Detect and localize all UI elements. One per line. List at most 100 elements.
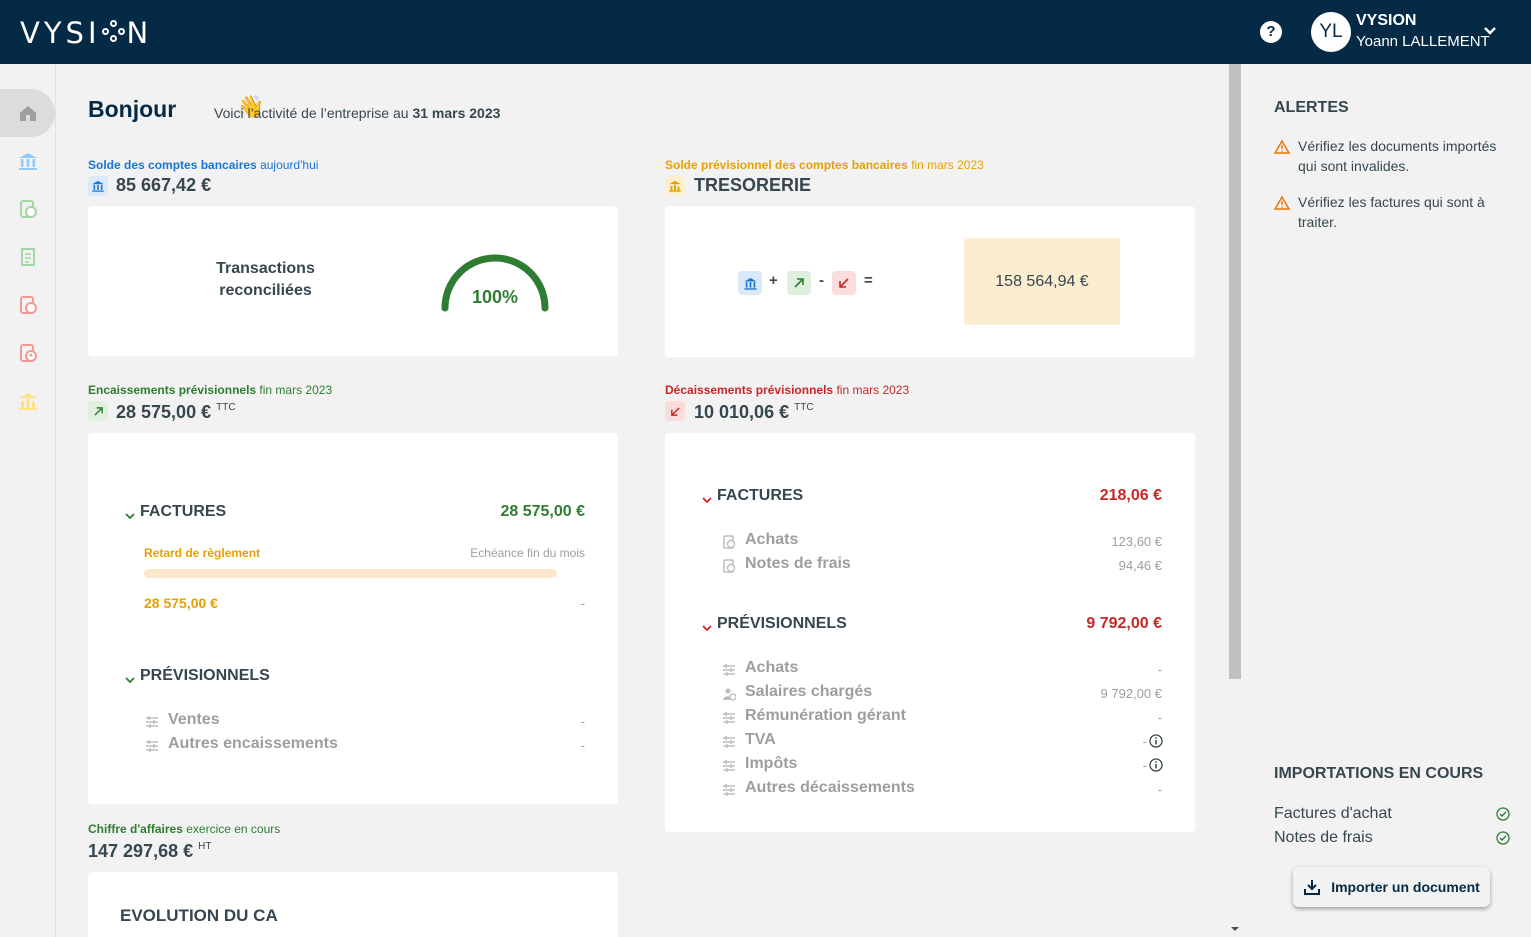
chevron-down-icon[interactable]: [124, 674, 136, 686]
purchases-icon: [20, 296, 37, 314]
chevron-down-icon[interactable]: [1483, 24, 1497, 38]
disb-prev-item[interactable]: Rémunération gérant: [745, 707, 906, 725]
receipts-label: Encaissements prévisionnels fin mars 202…: [88, 383, 333, 397]
expenses-icon: [20, 344, 37, 362]
arrow-up-right-icon: [88, 401, 108, 421]
treasury-result: 158 564,94 €: [964, 238, 1120, 325]
disb-factures-title[interactable]: FACTURES: [717, 487, 803, 505]
forecast-balance-label: Solde prévisionnel des comptes bancaires…: [665, 158, 984, 172]
revenue-label: Chiffre d'affaires exercice en cours: [88, 822, 281, 836]
chevron-down-icon[interactable]: [701, 622, 713, 634]
disb-factures-item[interactable]: Achats: [745, 531, 798, 549]
reconciliation-label: Transactions reconciliées: [216, 260, 315, 299]
info-icon[interactable]: [1149, 758, 1163, 772]
bank-icon: [19, 153, 37, 170]
chevron-down-icon[interactable]: [124, 510, 136, 522]
disbursements-amount: 10 010,06 € TTC: [694, 402, 814, 422]
chevron-down-icon[interactable]: [701, 494, 713, 506]
disb-prev-item[interactable]: Autres décaissements: [745, 779, 915, 797]
home-icon: [20, 106, 36, 121]
bank-icon: [738, 271, 762, 295]
scroll-down-icon[interactable]: [1230, 925, 1240, 933]
receipts-factures-total: 28 575,00 €: [500, 503, 585, 520]
avatar[interactable]: YL: [1311, 12, 1351, 52]
disb-factures-total: 218,06 €: [1099, 487, 1162, 504]
disb-prev-item[interactable]: TVA: [745, 731, 776, 749]
sidebar-item-expenses[interactable]: [14, 339, 42, 367]
revenue-chart-title: EVOLUTION DU CA: [120, 906, 278, 925]
late-payment-value: 28 575,00 €: [144, 595, 218, 611]
bank-icon: [88, 176, 108, 196]
disb-factures-value: 94,46 €: [1118, 558, 1162, 573]
receipt-icon: [723, 559, 736, 573]
treasury-card[interactable]: + - = 158 564,94 €: [665, 206, 1195, 357]
sidebar-item-sales[interactable]: [14, 195, 42, 223]
treasury-icon: [665, 176, 685, 196]
scrollbar-thumb[interactable]: [1229, 64, 1241, 679]
minus-sign: -: [819, 272, 824, 289]
alerts-title: ALERTES: [1274, 99, 1349, 116]
sliders-icon: [146, 716, 158, 728]
info-icon[interactable]: [1149, 734, 1163, 748]
revenue-amount: 147 297,68 € HT: [88, 841, 212, 861]
import-item: Notes de frais: [1274, 829, 1510, 847]
check-circle-icon: [1496, 831, 1510, 845]
receipts-prev-title[interactable]: PRÉVISIONNELS: [140, 667, 270, 685]
sidebar-item-purchases[interactable]: [14, 291, 42, 319]
greeting-subtitle: Voici l’activité de l’entreprise au 31 m…: [214, 105, 501, 121]
report-date: 31 mars 2023: [412, 105, 501, 121]
import-document-button[interactable]: Importer un document: [1293, 867, 1490, 907]
disbursements-label: Décaissements prévisionnels fin mars 202…: [665, 383, 910, 397]
receipts-factures-title[interactable]: FACTURES: [140, 503, 226, 521]
receipts-card: FACTURES 28 575,00 € Retard de règlement…: [88, 433, 618, 804]
disbursements-card: FACTURES 218,06 € Achats 123,60 € Notes …: [665, 433, 1195, 832]
sidebar-item-invoices[interactable]: [14, 243, 42, 271]
disb-prev-value: -: [1157, 662, 1162, 677]
arrow-down-left-icon: [665, 401, 685, 421]
sidebar-item-home[interactable]: [14, 99, 42, 127]
sales-icon: [20, 200, 37, 218]
alert-item[interactable]: Vérifiez les documents importés qui sont…: [1274, 136, 1514, 176]
app-logo[interactable]: VYSI N: [20, 16, 152, 50]
company-name[interactable]: VYSION: [1356, 12, 1416, 30]
left-sidebar: [0, 64, 56, 937]
gauge-value: 100%: [471, 287, 519, 307]
receipts-prev-value: -: [580, 714, 585, 729]
receipts-prev-item[interactable]: Ventes: [168, 711, 220, 729]
dashboard-main: Bonjour 👋 Voici l’activité de l’entrepri…: [57, 64, 1228, 937]
late-payment-bar: [144, 569, 557, 578]
disb-prev-item[interactable]: Impôts: [745, 755, 797, 773]
warning-icon: [1274, 139, 1290, 154]
disb-prev-value: -: [1142, 758, 1147, 773]
sidebar-item-treasury[interactable]: [14, 387, 42, 415]
equals-sign: =: [864, 272, 873, 289]
user-name[interactable]: Yoann LALLEMENT: [1356, 33, 1490, 50]
sliders-icon: [723, 760, 735, 772]
import-button-label: Importer un document: [1331, 879, 1480, 895]
plus-sign: +: [769, 272, 778, 289]
bank-balance-label: Solde des comptes bancaires aujourd'hui: [88, 158, 319, 172]
help-icon[interactable]: ?: [1260, 21, 1282, 43]
disb-factures-item[interactable]: Notes de frais: [745, 555, 851, 573]
receipts-amount: 28 575,00 € TTC: [116, 402, 236, 422]
sliders-icon: [723, 736, 735, 748]
treasury-icon: [19, 393, 37, 410]
disb-prev-title[interactable]: PRÉVISIONNELS: [717, 615, 847, 633]
sliders-icon: [723, 712, 735, 724]
disb-prev-item[interactable]: Achats: [745, 659, 798, 677]
disb-prev-value: -: [1142, 734, 1147, 749]
disb-prev-total: 9 792,00 €: [1086, 615, 1162, 632]
due-end-month-label: Echéance fin du mois: [470, 546, 585, 560]
receipts-prev-item[interactable]: Autres encaissements: [168, 735, 338, 753]
sidebar-item-bank[interactable]: [14, 147, 42, 175]
reconciliation-card[interactable]: Transactions reconciliées 100%: [88, 206, 618, 356]
sliders-icon: [723, 784, 735, 796]
import-item: Factures d'achat: [1274, 805, 1510, 823]
revenue-evolution-card: EVOLUTION DU CA: [88, 872, 618, 937]
disb-prev-item[interactable]: Salaires chargés: [745, 683, 872, 701]
due-end-month-value: -: [580, 595, 585, 611]
alert-item[interactable]: Vérifiez les factures qui sont à traiter…: [1274, 192, 1514, 232]
warning-icon: [1274, 195, 1290, 210]
imports-title: IMPORTATIONS EN COURS: [1274, 765, 1484, 782]
top-bar: VYSI N ? YL VYSION Yoann LALLEMENT: [0, 0, 1531, 64]
